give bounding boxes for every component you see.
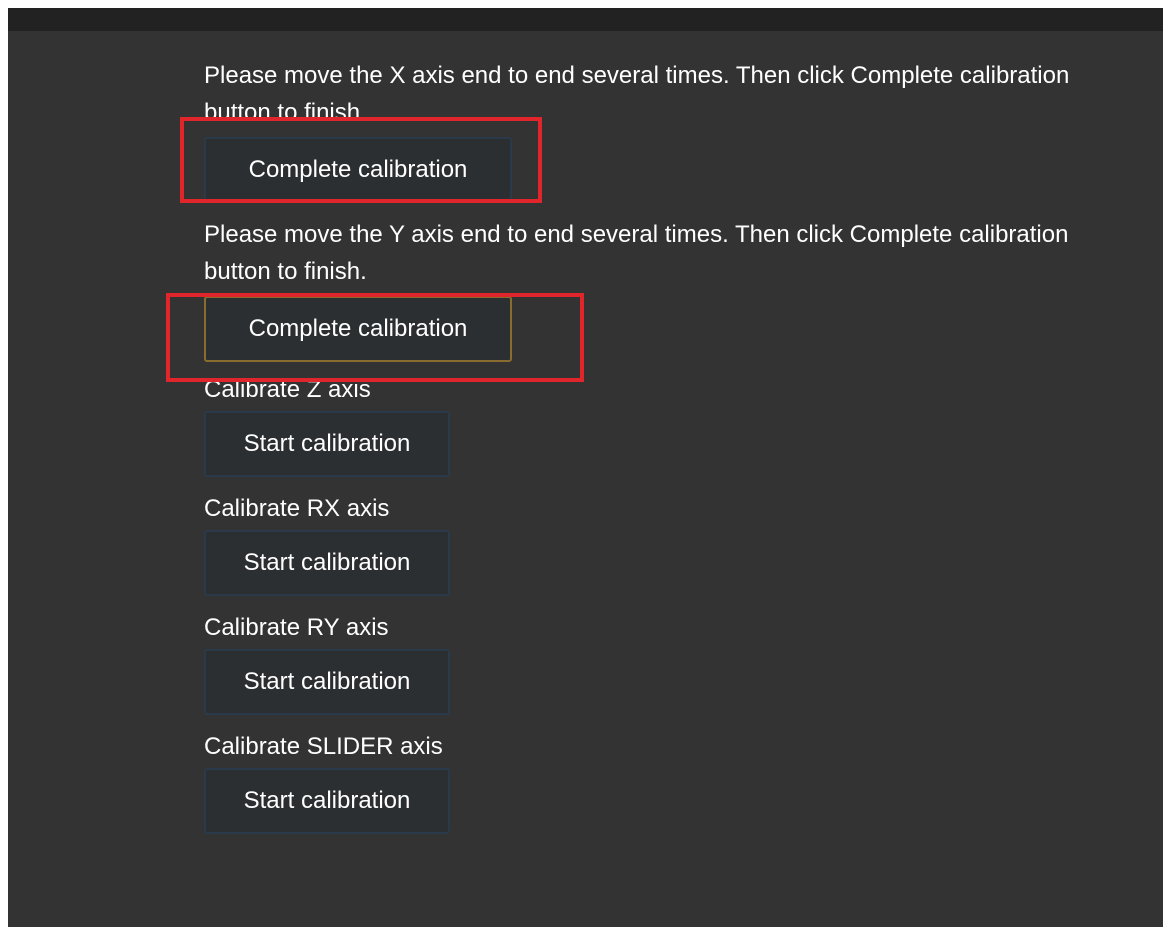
x-axis-instructions: Please move the X axis end to end severa… xyxy=(204,62,1070,126)
ry-axis-calibration: Calibrate RY axis Start calibration xyxy=(204,613,1104,715)
y-axis-instructions: Please move the Y axis end to end severa… xyxy=(204,221,1069,285)
z-axis-label: Calibrate Z axis xyxy=(204,376,371,403)
ry-axis-label: Calibrate RY axis xyxy=(204,614,389,641)
rx-axis-label: Calibrate RX axis xyxy=(204,495,390,522)
ry-axis-start-calibration-button[interactable]: Start calibration xyxy=(204,649,450,715)
y-axis-calibration: Please move the Y axis end to end severa… xyxy=(204,216,1104,362)
page-frame: Please move the X axis end to end severa… xyxy=(8,8,1163,927)
top-bar xyxy=(8,8,1163,31)
x-axis-complete-calibration-button[interactable]: Complete calibration xyxy=(204,137,512,203)
rx-axis-calibration: Calibrate RX axis Start calibration xyxy=(204,494,1104,596)
rx-axis-start-calibration-button[interactable]: Start calibration xyxy=(204,530,450,596)
calibration-panel: Please move the X axis end to end severa… xyxy=(204,57,1104,834)
slider-axis-calibration: Calibrate SLIDER axis Start calibration xyxy=(204,732,1104,834)
slider-axis-label: Calibrate SLIDER axis xyxy=(204,733,443,760)
x-axis-calibration: Please move the X axis end to end severa… xyxy=(204,57,1104,203)
slider-axis-start-calibration-button[interactable]: Start calibration xyxy=(204,768,450,834)
z-axis-calibration: Calibrate Z axis Start calibration xyxy=(204,375,1104,477)
y-axis-complete-calibration-button[interactable]: Complete calibration xyxy=(204,296,512,362)
z-axis-start-calibration-button[interactable]: Start calibration xyxy=(204,411,450,477)
